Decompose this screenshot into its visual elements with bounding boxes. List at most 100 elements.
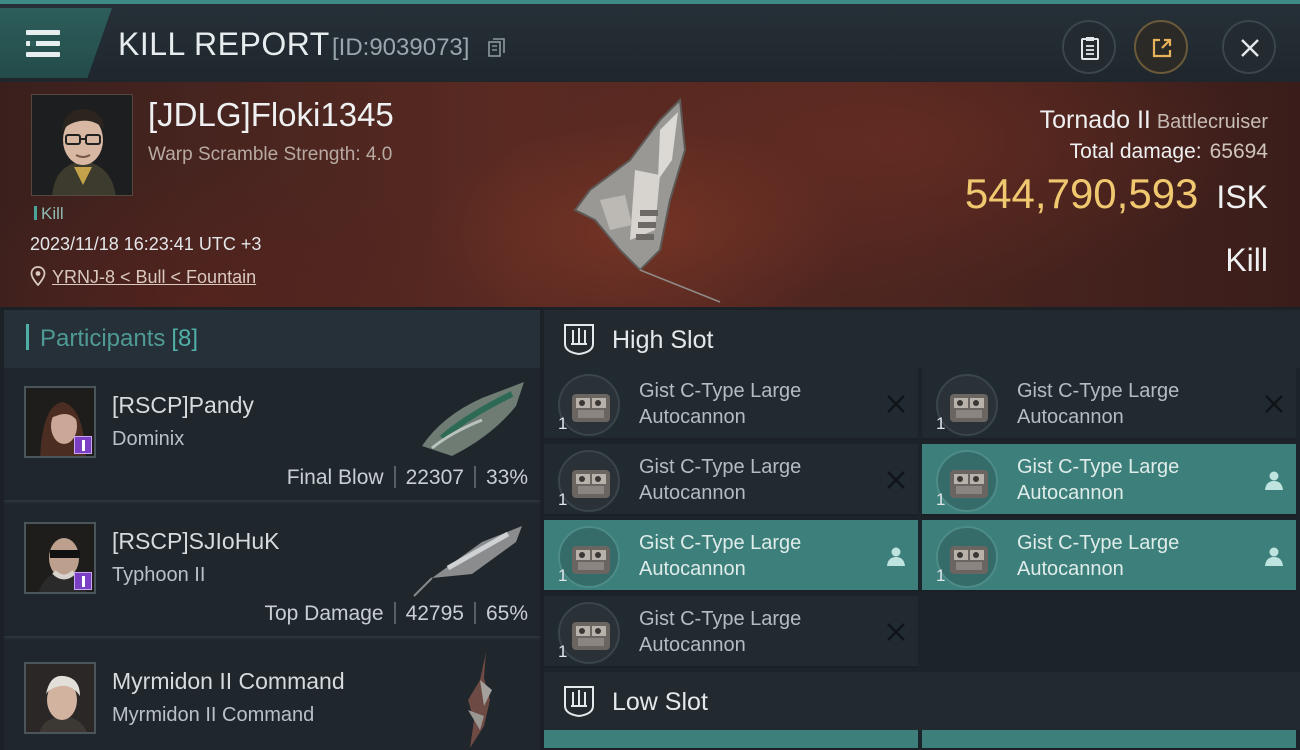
divider bbox=[393, 466, 396, 488]
low-slot-module-partial[interactable] bbox=[922, 730, 1296, 750]
destroyed-icon bbox=[887, 471, 905, 489]
dropped-icon bbox=[1265, 547, 1283, 566]
module-quantity: 1 bbox=[936, 490, 946, 509]
menu-button[interactable] bbox=[0, 8, 112, 78]
low-slot-icon bbox=[564, 686, 594, 718]
participant-ship-image bbox=[422, 382, 524, 456]
participant-avatar[interactable] bbox=[24, 662, 96, 734]
participant-stats: Final Blow 22307 33% bbox=[287, 466, 528, 490]
rank-badge-icon bbox=[74, 572, 92, 590]
participants-title-text: Participants bbox=[40, 325, 166, 352]
participant-avatar[interactable] bbox=[24, 522, 96, 594]
module-tile[interactable]: 1 Gist C-Type Large Autocannon bbox=[922, 444, 1296, 516]
module-name: Gist C-Type Large Autocannon bbox=[639, 608, 802, 656]
clipboard-button[interactable] bbox=[1062, 20, 1116, 74]
module-tile[interactable]: 1 Gist C-Type Large Autocannon bbox=[922, 368, 1296, 440]
module-name: Gist C-Type Large Autocannon bbox=[639, 380, 802, 428]
dropped-icon bbox=[1265, 471, 1283, 490]
menu-icon bbox=[26, 30, 60, 35]
module-quantity: 1 bbox=[558, 414, 568, 433]
participant-avatar[interactable] bbox=[24, 386, 96, 458]
page-title: KILL REPORT bbox=[118, 26, 330, 62]
participant-stats: Top Damage 42795 65% bbox=[264, 602, 528, 626]
dropped-icon bbox=[887, 547, 905, 566]
participants-panel: Participants [8] [RSCP]Pandy Dominix Fina bbox=[4, 310, 540, 750]
participant-name[interactable]: [RSCP]SJIoHuK bbox=[112, 528, 279, 555]
module-tile[interactable]: 1 Gist C-Type Large Autocannon bbox=[544, 596, 918, 668]
module-name: Gist C-Type Large Autocannon bbox=[1017, 380, 1180, 428]
high-slot-icon bbox=[564, 324, 594, 356]
isk-amount: 544,790,593 bbox=[964, 170, 1199, 217]
module-tile[interactable]: 1 Gist C-Type Large Autocannon bbox=[544, 520, 918, 592]
rank-badge-icon bbox=[74, 436, 92, 454]
participant-ship-image bbox=[413, 526, 522, 597]
close-button[interactable] bbox=[1222, 20, 1276, 74]
damage-value: 22307 bbox=[405, 466, 464, 489]
ship-name-text: Tornado II bbox=[1039, 106, 1151, 134]
kill-tag: Kill bbox=[34, 204, 64, 224]
participants-title: Participants [8] bbox=[40, 325, 198, 353]
kill-report-app: KILL REPORT [ID:9039073] [JDLG]Floki1345… bbox=[0, 0, 1300, 750]
destroyed-icon bbox=[1265, 395, 1283, 413]
damage-percent: 65% bbox=[485, 602, 528, 625]
destroyed-icon bbox=[887, 395, 905, 413]
report-id: [ID:9039073] bbox=[332, 34, 470, 61]
total-damage: Total damage: 65694 bbox=[1070, 140, 1268, 164]
module-name: Gist C-Type Large Autocannon bbox=[1017, 532, 1180, 580]
module-quantity: 1 bbox=[558, 490, 568, 509]
module-tile[interactable]: 1 Gist C-Type Large Autocannon bbox=[922, 520, 1296, 592]
total-damage-label: Total damage: bbox=[1069, 140, 1202, 163]
module-name: Gist C-Type Large Autocannon bbox=[639, 532, 802, 580]
module-quantity: 1 bbox=[936, 566, 946, 585]
divider bbox=[473, 602, 476, 624]
module-quantity: 1 bbox=[558, 642, 568, 661]
participant-name[interactable]: [RSCP]Pandy bbox=[112, 392, 254, 419]
high-slot-label: High Slot bbox=[612, 326, 714, 354]
participants-header: Participants [8] bbox=[4, 310, 540, 368]
victim-ship-image[interactable] bbox=[560, 90, 740, 307]
participants-accent bbox=[26, 324, 29, 350]
low-slot-label: Low Slot bbox=[612, 688, 708, 716]
divider bbox=[393, 602, 396, 624]
victim-name[interactable]: [JDLG]Floki1345 bbox=[148, 96, 394, 134]
kill-location[interactable]: YRNJ-8 < Bull < Fountain bbox=[30, 266, 256, 288]
participant-ship: Dominix bbox=[112, 428, 185, 450]
participants-count: [8] bbox=[171, 325, 199, 352]
participant-ship: Typhoon II bbox=[112, 564, 206, 586]
menu-icon-notch bbox=[30, 41, 36, 46]
kill-datetime: 2023/11/18 16:23:41 UTC +3 bbox=[30, 234, 262, 254]
stat-label: Final Blow bbox=[286, 466, 384, 489]
isk-unit: ISK bbox=[1216, 179, 1268, 215]
kill-result: Kill bbox=[1225, 242, 1268, 278]
menu-icon-bar bbox=[26, 52, 60, 57]
close-icon bbox=[1241, 39, 1259, 57]
location-link[interactable]: YRNJ-8 < Bull < Fountain bbox=[52, 267, 256, 287]
victim-ship-name[interactable]: Tornado II Battlecruiser bbox=[1040, 106, 1268, 135]
damage-value: 42795 bbox=[405, 602, 464, 625]
participant-row[interactable]: [RSCP]SJIoHuK Typhoon II Top Damage 42795… bbox=[4, 504, 540, 638]
high-slot-header: High Slot bbox=[544, 310, 1300, 368]
participant-portrait bbox=[26, 664, 94, 732]
share-icon bbox=[1152, 38, 1172, 58]
participant-ship-image bbox=[468, 652, 492, 748]
module-tile[interactable]: 1 Gist C-Type Large Autocannon bbox=[544, 368, 918, 440]
module-name: Gist C-Type Large Autocannon bbox=[639, 456, 802, 504]
total-damage-value: 65694 bbox=[1209, 140, 1268, 163]
victim-banner: [JDLG]Floki1345 Warp Scramble Strength: … bbox=[0, 82, 1300, 307]
module-tile[interactable]: 1 Gist C-Type Large Autocannon bbox=[544, 444, 918, 516]
participant-row[interactable]: [RSCP]Pandy Dominix Final Blow 22307 33% bbox=[4, 368, 540, 502]
damage-percent: 33% bbox=[485, 466, 528, 489]
divider bbox=[473, 466, 476, 488]
victim-portrait[interactable] bbox=[31, 94, 133, 196]
low-slot-module-partial[interactable] bbox=[544, 730, 918, 750]
copy-icon[interactable] bbox=[488, 38, 506, 58]
victim-subtitle: Warp Scramble Strength: 4.0 bbox=[148, 144, 393, 165]
fitting-slots-panel: High Slot 1 Gist C-Type Large Autocannon 1… bbox=[544, 310, 1300, 750]
participant-row[interactable]: Myrmidon II Command Myrmidon II Command bbox=[4, 640, 540, 750]
participant-name[interactable]: Myrmidon II Command bbox=[112, 668, 345, 695]
header-bar: KILL REPORT [ID:9039073] bbox=[0, 0, 1300, 82]
victim-portrait-image bbox=[32, 95, 132, 195]
share-button[interactable] bbox=[1134, 20, 1188, 74]
participant-ship: Myrmidon II Command bbox=[112, 704, 315, 726]
destroyed-icon bbox=[887, 623, 905, 641]
